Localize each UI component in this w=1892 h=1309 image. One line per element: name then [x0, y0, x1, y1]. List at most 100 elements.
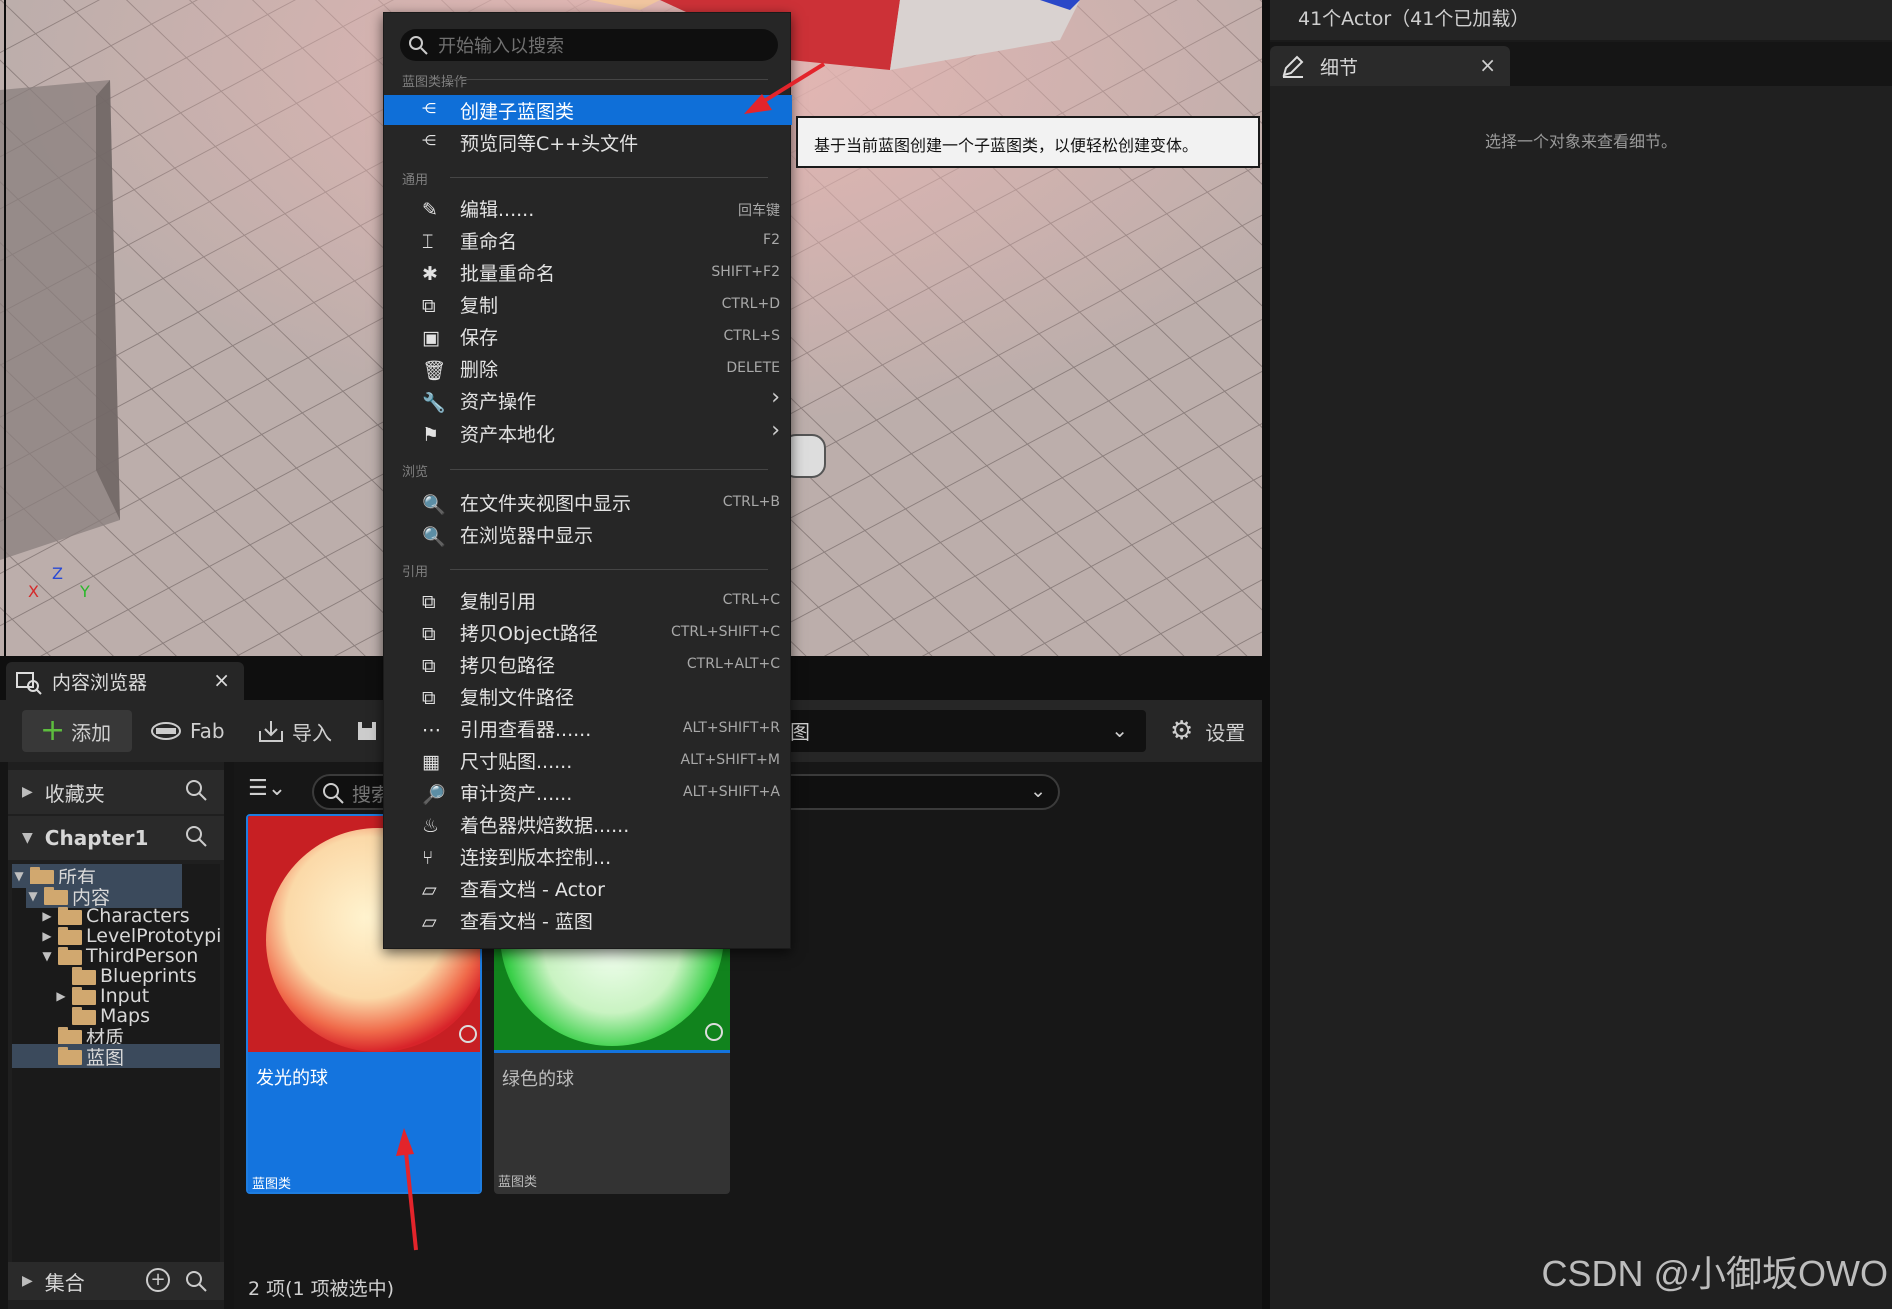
search-icon[interactable]	[184, 1269, 208, 1293]
menu-item-shortcut: CTRL+D	[721, 296, 780, 312]
import-button[interactable]: 导入	[258, 710, 332, 752]
fab-button-label: Fab	[190, 719, 225, 743]
menu-item-audit-assets[interactable]: 🔎 审计资产...... ALT+SHIFT+A	[384, 777, 792, 807]
project-root-header[interactable]: ▼ Chapter1	[8, 816, 224, 860]
menu-item-label: 资产本地化	[460, 424, 556, 446]
menu-item-label: 拷贝包路径	[460, 655, 556, 677]
wrench-icon: 🔧	[422, 392, 446, 414]
import-icon	[259, 721, 283, 742]
duplicate-icon: ⧉	[422, 295, 436, 317]
menu-item-copy-package-path[interactable]: ⧉ 拷贝包路径 CTRL+ALT+C	[384, 649, 792, 679]
menu-item-bulk-rename[interactable]: ✱ 批量重命名 SHIFT+F2	[384, 257, 792, 287]
menu-item-shortcut: 回车键	[738, 203, 780, 219]
tree-node-blueprint-folder[interactable]: 蓝图	[12, 1044, 220, 1069]
menu-item-copy-object-path[interactable]: ⧉ 拷贝Object路径 CTRL+SHIFT+C	[384, 617, 792, 647]
menu-item-label: 批量重命名	[460, 263, 556, 285]
search-icon[interactable]	[184, 824, 208, 848]
collapse-arrow-icon: ▼	[22, 830, 33, 846]
folder-open-icon	[30, 867, 54, 885]
fab-button[interactable]: Fab	[150, 710, 225, 752]
menu-item-save[interactable]: ▣ 保存 CTRL+S	[384, 321, 792, 351]
audit-icon: 🔎	[422, 784, 446, 806]
search-icon	[409, 36, 428, 55]
asset-count-status: 2 项(1 项被选中)	[248, 1278, 395, 1300]
path-dropdown[interactable]: 图 ⌄	[770, 710, 1146, 752]
menu-item-preview-cpp-header[interactable]: ⋲ 预览同等C++头文件	[384, 127, 792, 157]
menu-item-label: 拷贝Object路径	[460, 623, 598, 645]
tab-content-browser[interactable]: 内容浏览器 ×	[6, 662, 244, 700]
menu-item-shortcut: SHIFT+F2	[711, 264, 780, 280]
add-button[interactable]: + 添加	[22, 710, 132, 752]
copy-icon: ⧉	[422, 591, 436, 613]
plus-icon: +	[40, 713, 66, 748]
menu-item-shortcut: CTRL+C	[722, 592, 780, 608]
documentation-icon: ▱	[422, 911, 437, 933]
folder-icon	[58, 1047, 82, 1065]
folder-icon	[72, 967, 96, 985]
menu-item-shortcut: ALT+SHIFT+A	[683, 784, 780, 800]
add-collection-icon[interactable]: +	[146, 1268, 170, 1292]
menu-search-placeholder: 开始输入以搜索	[438, 36, 564, 57]
menu-item-rename[interactable]: ⌶ 重命名 F2	[384, 225, 792, 255]
import-button-label: 导入	[292, 720, 332, 745]
menu-item-label: 删除	[460, 359, 499, 381]
menu-item-docs-blueprint[interactable]: ▱ 查看文档 - 蓝图	[384, 905, 792, 935]
add-button-label: 添加	[71, 720, 112, 745]
asset-info: 绿色的球 蓝图类	[494, 1050, 730, 1194]
collections-header[interactable]: ▶ 集合 +	[8, 1262, 224, 1300]
menu-item-label: 查看文档 - Actor	[460, 879, 605, 901]
close-icon[interactable]: ×	[1479, 53, 1496, 77]
asset-name: 绿色的球	[502, 1069, 574, 1090]
menu-item-docs-actor[interactable]: ▱ 查看文档 - Actor	[384, 873, 792, 903]
rename-icon: ⌶	[422, 231, 434, 253]
search-icon[interactable]	[184, 778, 208, 802]
project-root-label: Chapter1	[44, 826, 149, 850]
right-panel: 41个Actor（41个已加载） 细节 × 选择一个对象来查看细节。 CSDN …	[1262, 0, 1892, 1309]
menu-item-label: 查看文档 - 蓝图	[460, 911, 593, 933]
menu-item-label: 复制	[460, 295, 499, 317]
copy-icon: ⧉	[422, 623, 436, 645]
expand-arrow-icon: ▶	[22, 784, 33, 800]
trash-icon: 🗑	[422, 360, 447, 382]
settings-button[interactable]: ⚙ 设置	[1170, 710, 1245, 752]
size-map-icon: ▦	[422, 751, 440, 773]
menu-item-label: 引用查看器......	[460, 719, 592, 741]
copy-icon: ⧉	[422, 687, 436, 709]
menu-item-reference-viewer[interactable]: ⋯ 引用查看器...... ALT+SHIFT+R	[384, 713, 792, 743]
menu-item-asset-localization[interactable]: ⚑ 资产本地化 ›	[384, 418, 792, 448]
filter-icon[interactable]: ☰⌄	[248, 776, 286, 801]
menu-item-copy-reference[interactable]: ⧉ 复制引用 CTRL+C	[384, 585, 792, 615]
menu-item-duplicate[interactable]: ⧉ 复制 CTRL+D	[384, 289, 792, 319]
menu-item-size-map[interactable]: ▦ 尺寸贴图...... ALT+SHIFT+M	[384, 745, 792, 775]
menu-item-label: 重命名	[460, 231, 518, 253]
menu-item-delete[interactable]: 🗑 删除 DELETE	[384, 353, 792, 383]
menu-item-connect-source-control[interactable]: ⑂ 连接到版本控制...	[384, 841, 792, 871]
menu-item-shortcut: F2	[763, 232, 780, 248]
asset-name: 发光的球	[256, 1068, 328, 1089]
menu-item-create-child-blueprint[interactable]: ⋲ 创建子蓝图类	[384, 95, 792, 125]
menu-item-label: 预览同等C++头文件	[460, 133, 639, 155]
section-blueprint-actions: 蓝图类操作	[402, 71, 774, 90]
tab-details[interactable]: 细节 ×	[1270, 46, 1510, 86]
search-icon	[323, 783, 344, 804]
content-browser-icon	[16, 672, 42, 695]
menu-item-asset-actions[interactable]: 🔧 资产操作 ›	[384, 385, 792, 415]
menu-item-edit[interactable]: ✎ 编辑...... 回车键	[384, 193, 792, 223]
content-browser-sidebar: ▶ 收藏夹 ▼ Chapter1 ▼ 所有 ▼ 内容 ▶ Characters ▶ Le…	[8, 762, 224, 1309]
menu-item-shortcut: DELETE	[726, 360, 780, 376]
details-panel: 选择一个对象来查看细节。	[1270, 86, 1892, 1309]
menu-search-input[interactable]: 开始输入以搜索	[400, 29, 778, 61]
folder-icon	[58, 1027, 82, 1045]
chevron-down-icon: ⌄	[1111, 718, 1128, 742]
menu-item-show-in-browser[interactable]: 🔍 在浏览器中显示	[384, 519, 792, 549]
menu-item-label: 审计资产......	[460, 783, 573, 805]
menu-item-shader-cook-data[interactable]: ♨ 着色器烘焙数据......	[384, 809, 792, 839]
menu-item-label: 资产操作	[460, 391, 537, 413]
save-all-button[interactable]	[356, 710, 378, 752]
fab-icon	[151, 722, 181, 740]
menu-item-label: 着色器烘焙数据......	[460, 815, 630, 837]
close-icon[interactable]: ×	[213, 668, 230, 692]
favorites-header[interactable]: ▶ 收藏夹	[8, 770, 224, 814]
menu-item-copy-file-path[interactable]: ⧉ 复制文件路径	[384, 681, 792, 711]
menu-item-show-in-folder-view[interactable]: 🔍 在文件夹视图中显示 CTRL+B	[384, 487, 792, 517]
